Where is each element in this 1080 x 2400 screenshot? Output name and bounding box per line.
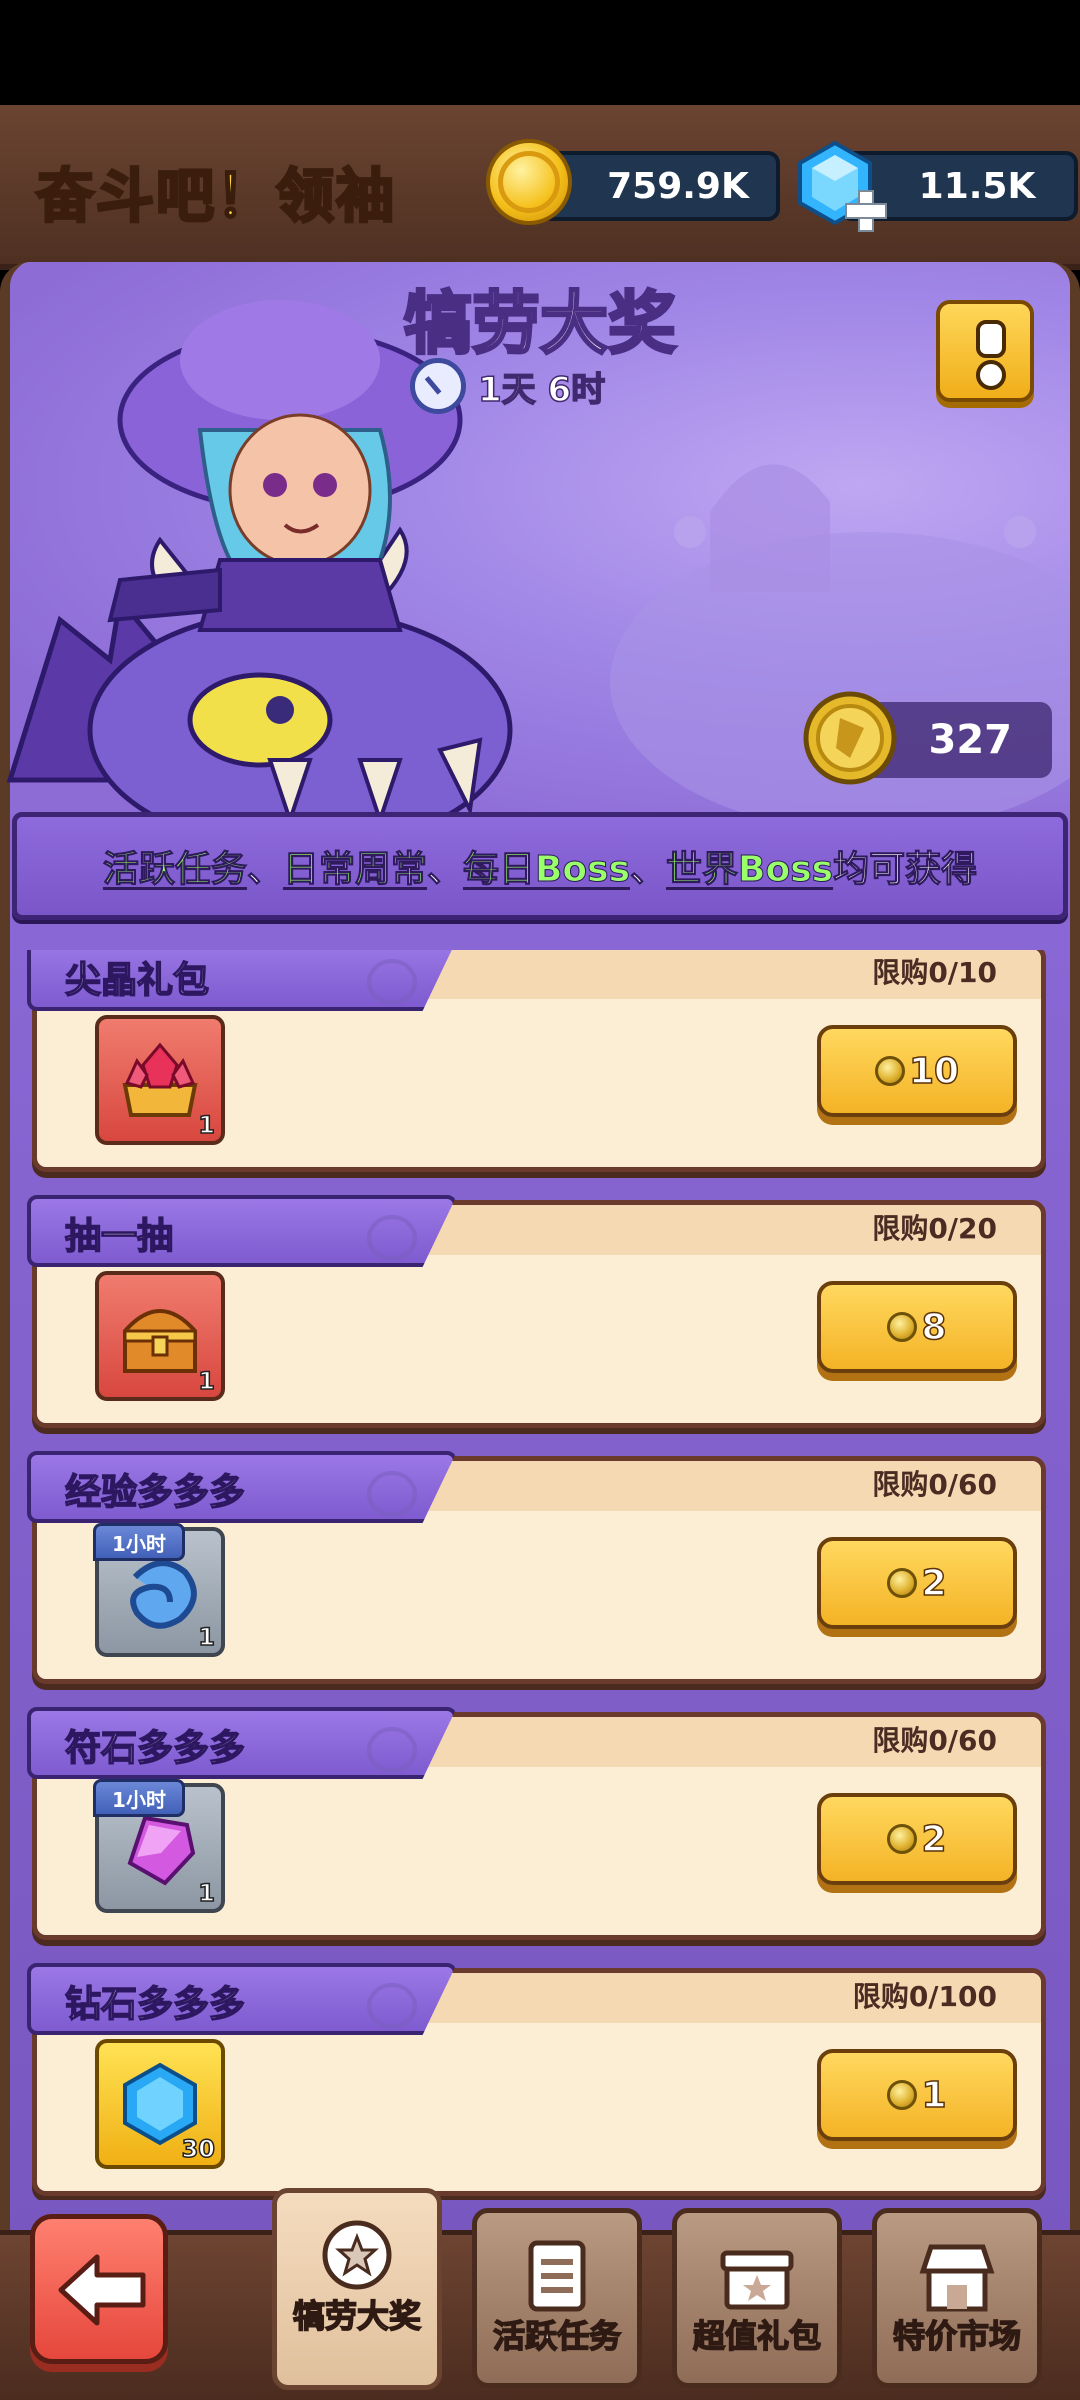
swirl-decoration-icon	[367, 1215, 417, 1261]
list-item: 符石多多多 限购0/60 1小时 1 2	[27, 1707, 1046, 1940]
event-timer: 1天 6时	[410, 356, 606, 416]
purchase-limit: 限购0/100	[852, 1980, 997, 2013]
price: 2	[921, 1818, 948, 1861]
item-name: 尖晶礼包	[64, 959, 210, 1002]
buy-button[interactable]: 2	[817, 1537, 1017, 1629]
tab-special-market[interactable]: 特价市场	[872, 2208, 1042, 2388]
tab-label: 活跃任务	[492, 2316, 622, 2356]
list-item: 经验多多多 限购0/60 1小时 1 2	[27, 1451, 1046, 1684]
price: 10	[908, 1050, 960, 1093]
item-slot[interactable]: 1小时 1	[93, 1779, 225, 1913]
crystal-chest-icon	[122, 1042, 198, 1117]
game-title: 奋斗吧！领袖	[34, 161, 397, 232]
list-item: 尖晶礼包 限购0/10 1 10	[27, 950, 1046, 1172]
price: 2	[921, 1562, 948, 1605]
notice-suffix: 均可获得	[833, 849, 978, 891]
token-icon	[874, 1056, 905, 1086]
list-item: 抽一抽 限购0/20 1 8	[27, 1195, 1046, 1428]
item-slot[interactable]: 30	[95, 2039, 225, 2169]
gift-icon	[720, 2250, 794, 2310]
separator: 、	[426, 849, 463, 891]
task-list-icon	[528, 2240, 586, 2312]
token-icon	[887, 1312, 918, 1342]
top-bar: 奋斗吧！领袖 759.9K 11.5K	[0, 105, 1080, 270]
separator: 、	[630, 849, 667, 891]
tab-active-tasks[interactable]: 活跃任务	[472, 2208, 642, 2388]
back-arrow-icon	[58, 2254, 146, 2326]
item-count: 1	[198, 1110, 216, 1140]
tab-label: 特价市场	[892, 2316, 1022, 2356]
price: 8	[921, 1306, 948, 1349]
tab-label: 犒劳大奖	[292, 2296, 422, 2336]
token-icon	[887, 1568, 918, 1598]
timer-text: 1天 6时	[477, 369, 606, 411]
price: 1	[921, 2074, 948, 2117]
event-title: 犒劳大奖	[402, 284, 677, 366]
shop-list[interactable]: 尖晶礼包 限购0/10 1 10 抽一抽 限购0/20 1 8 经验多多多 限购…	[0, 950, 1080, 2200]
link-active-tasks[interactable]: 活跃任务	[102, 840, 247, 892]
swirl-decoration-icon	[367, 959, 417, 1005]
status-bar	[0, 0, 1080, 105]
purchase-limit: 限购0/20	[872, 1212, 997, 1245]
treasure-chest-icon	[123, 1309, 197, 1373]
list-item: 钻石多多多 限购0/100 30 1	[27, 1963, 1046, 2196]
tab-reward[interactable]: 犒劳大奖	[272, 2188, 442, 2390]
item-slot[interactable]: 1	[95, 1271, 225, 1401]
token-icon	[887, 2080, 918, 2110]
token-icon	[887, 1824, 918, 1854]
link-world-boss[interactable]: 世界Boss	[666, 840, 834, 892]
item-slot[interactable]: 1	[95, 1015, 225, 1145]
buy-button[interactable]: 1	[817, 2049, 1017, 2141]
buy-button[interactable]: 8	[817, 1281, 1017, 1373]
token-amount: 327	[928, 717, 1013, 763]
item-name: 钻石多多多	[64, 1983, 246, 2026]
item-count: 1	[198, 1622, 216, 1652]
gem-amount: 11.5K	[918, 165, 1036, 207]
reward-token-icon	[803, 691, 897, 785]
swirl-decoration-icon	[367, 1471, 417, 1517]
item-name: 符石多多多	[64, 1727, 246, 1770]
link-daily-boss[interactable]: 每日Boss	[462, 840, 630, 892]
separator: 、	[246, 849, 283, 891]
item-name: 抽一抽	[64, 1215, 174, 1258]
coin-balance[interactable]: 759.9K	[540, 151, 780, 221]
coin-amount: 759.9K	[607, 165, 749, 207]
swirl-decoration-icon	[367, 1727, 417, 1773]
shop-icon	[919, 2244, 995, 2312]
token-source-notice: 活跃任务 、 日常周常 、 每日Boss 、 世界Boss 均可获得	[12, 812, 1068, 920]
duration-tag: 1小时	[93, 1779, 185, 1817]
buy-button[interactable]: 10	[817, 1025, 1017, 1117]
link-daily-weekly[interactable]: 日常周常	[282, 840, 427, 892]
reward-badge-icon	[322, 2220, 392, 2290]
swirl-decoration-icon	[367, 1983, 417, 2029]
item-count: 1	[198, 1878, 216, 1908]
item-slot[interactable]: 1小时 1	[93, 1523, 225, 1657]
clock-icon	[410, 358, 466, 414]
buy-button[interactable]: 2	[817, 1793, 1017, 1885]
purchase-limit: 限购0/10	[872, 956, 997, 989]
tab-value-pack[interactable]: 超值礼包	[672, 2208, 842, 2388]
purchase-limit: 限购0/60	[872, 1468, 997, 1501]
info-button[interactable]	[936, 300, 1034, 402]
coin-icon	[486, 139, 572, 225]
back-button[interactable]	[30, 2214, 168, 2364]
item-name: 经验多多多	[64, 1471, 246, 1514]
duration-tag: 1小时	[93, 1523, 185, 1561]
purchase-limit: 限购0/60	[872, 1724, 997, 1757]
item-count: 30	[181, 2134, 216, 2164]
add-gems-icon[interactable]	[842, 187, 890, 235]
tab-label: 超值礼包	[692, 2316, 822, 2356]
item-count: 1	[198, 1366, 216, 1396]
